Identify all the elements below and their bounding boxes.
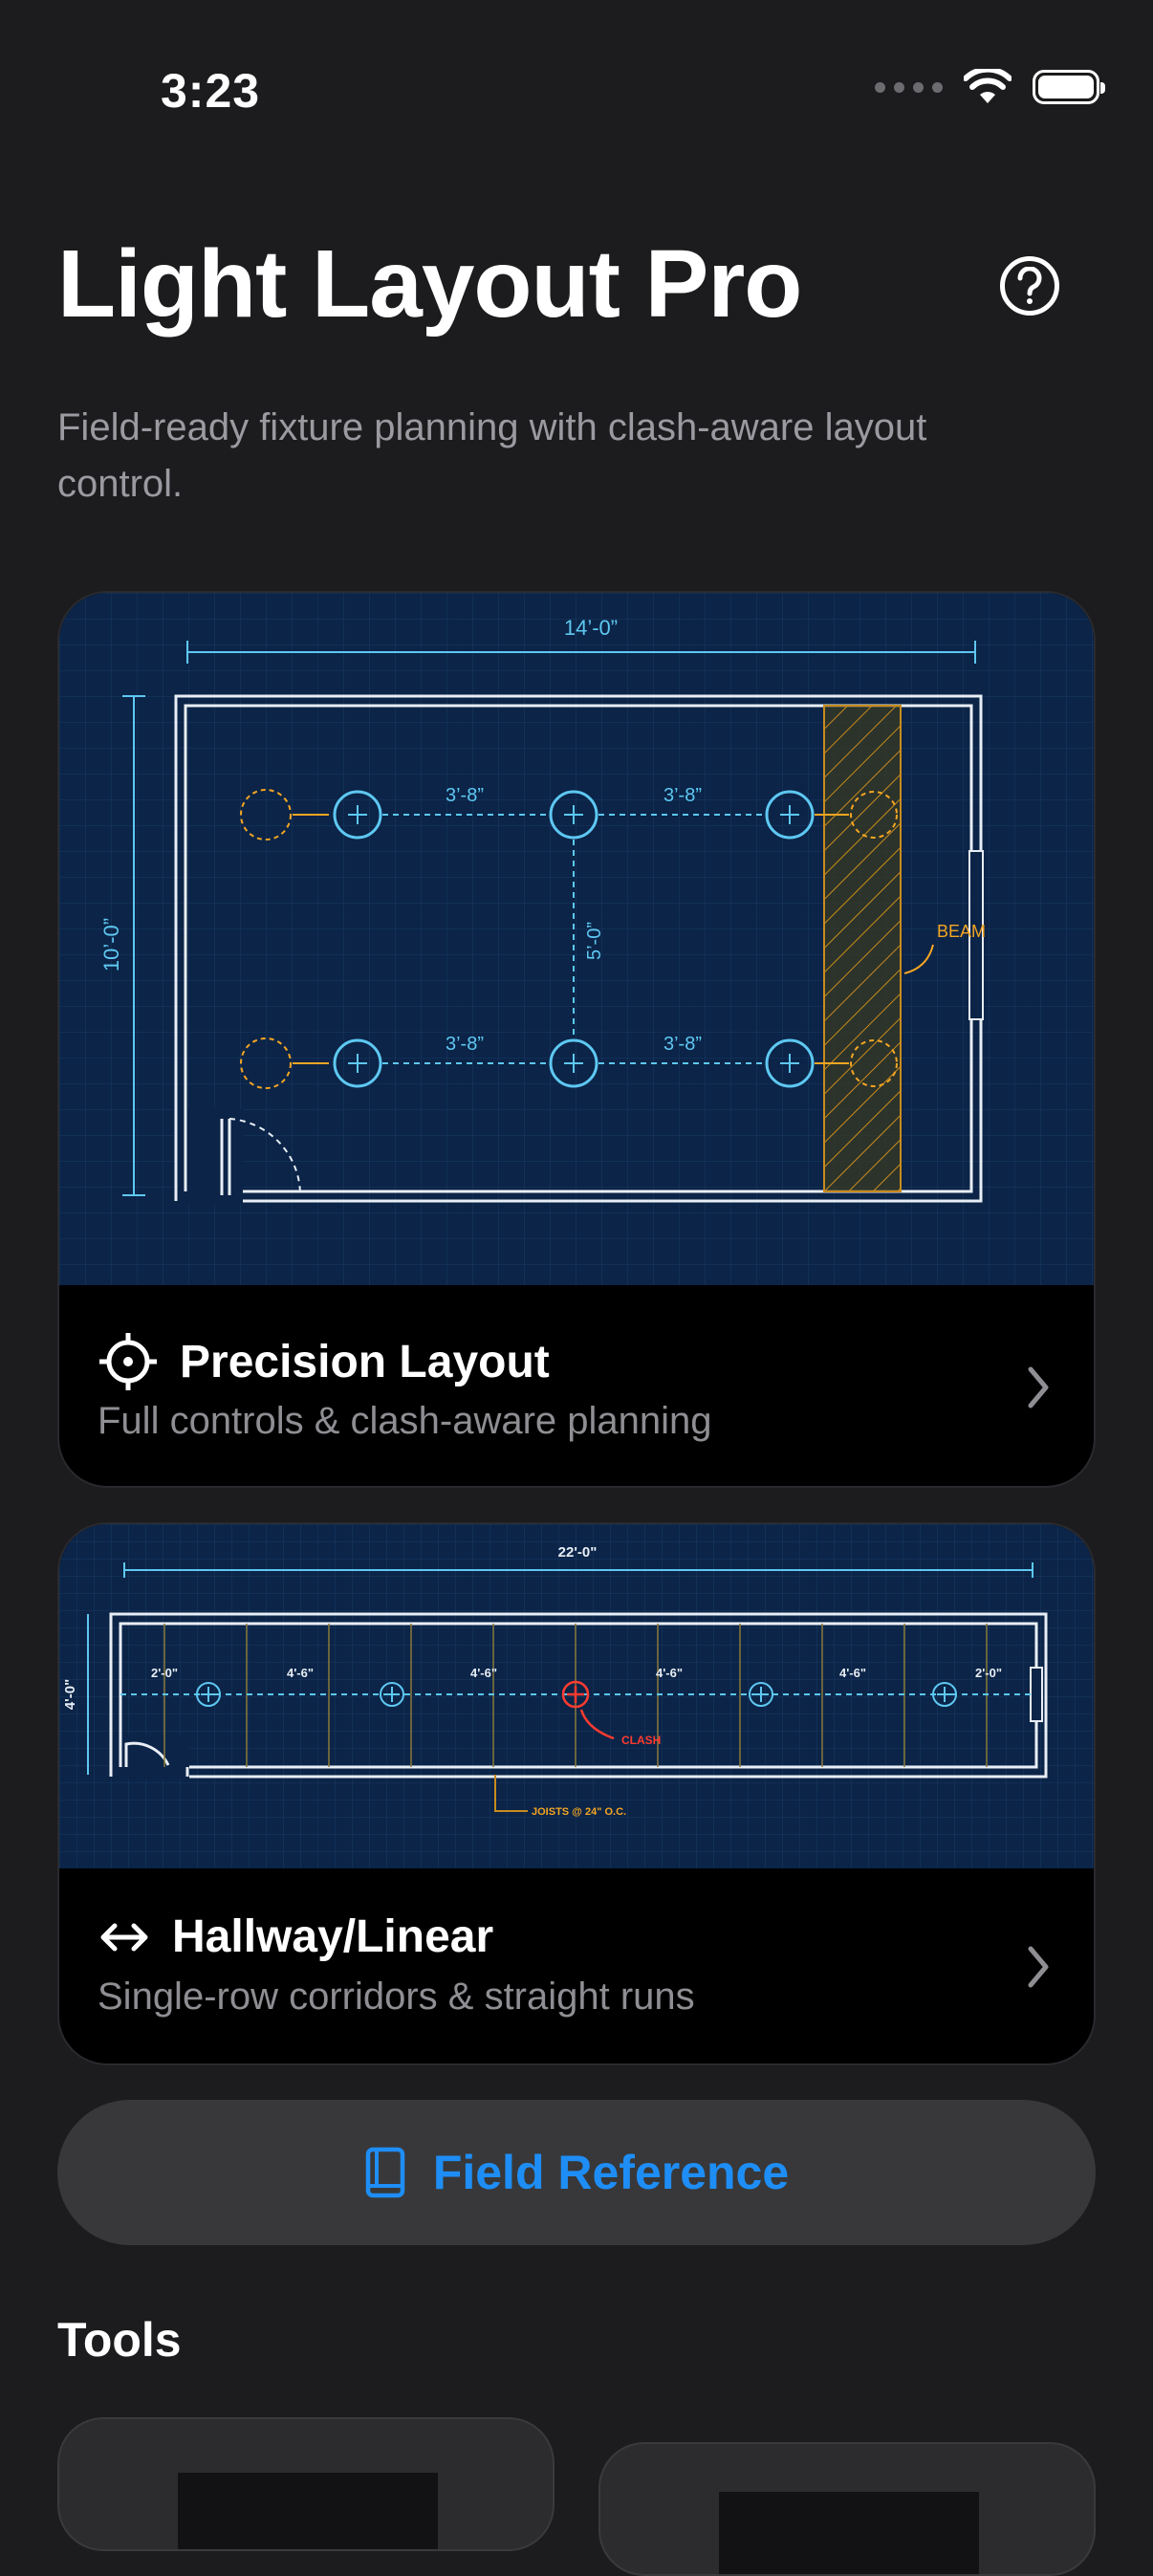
row-spacing-label: 5’-0” (584, 922, 605, 960)
tools-section-title: Tools (57, 2313, 182, 2367)
precision-layout-diagram: 14’-0” 10’-0” BEAM 3’-8” 3’-8” 5’-0” 3’-… (59, 593, 1094, 1285)
battery-icon (1033, 70, 1105, 104)
hallway-layout-diagram: 22'-0" 4'-0" CLASH 2'-0" 4'-6" 4'-6" 4'-… (59, 1524, 1094, 1868)
precision-layout-description: Full controls & clash-aware planning (98, 1400, 712, 1442)
hallway-linear-description: Single-row corridors & straight runs (98, 1976, 695, 2018)
precision-layout-title-row: Precision Layout (98, 1331, 550, 1392)
question-circle-icon (1017, 267, 1042, 304)
height-dimension-label: 10’-0” (99, 918, 123, 971)
end-spacing-label: 2'-0" (975, 1666, 1002, 1680)
status-icons (875, 69, 1105, 105)
precision-layout-footer: Precision Layout Full controls & clash-a… (59, 1285, 1094, 1486)
arrows-left-right-icon (100, 1923, 148, 1951)
hallway-linear-footer: Hallway/Linear Single-row corridors & st… (59, 1868, 1094, 2063)
precision-layout-card[interactable]: 14’-0” 10’-0” BEAM 3’-8” 3’-8” 5’-0” 3’-… (57, 591, 1096, 1488)
hallway-linear-title: Hallway/Linear (172, 1911, 494, 1962)
spacing-label: 3’-8” (446, 1034, 484, 1055)
beam-label: BEAM (937, 922, 986, 941)
status-bar: 3:23 (0, 0, 1153, 182)
help-button[interactable] (1000, 256, 1059, 316)
page-title: Light Layout Pro (57, 230, 802, 338)
status-time: 3:23 (161, 64, 261, 118)
crosshair-icon (99, 1333, 157, 1390)
tool-card[interactable] (57, 2417, 555, 2551)
wifi-icon (964, 69, 1012, 103)
chevron-right-icon (1028, 1946, 1049, 1988)
tool-thumbnail (178, 2473, 438, 2549)
hall-spacing-label: 4'-6" (656, 1666, 683, 1680)
width-dimension-label: 14’-0” (564, 616, 618, 640)
hall-spacing-label: 4'-6" (470, 1666, 497, 1680)
field-reference-button[interactable]: Field Reference (57, 2100, 1096, 2245)
tool-thumbnail (719, 2492, 979, 2574)
hallway-linear-title-row: Hallway/Linear (98, 1910, 493, 1963)
hall-spacing-label: 4'-6" (287, 1666, 314, 1680)
signal-dots-icon (875, 81, 943, 93)
field-reference-label: Field Reference (432, 2146, 790, 2199)
page-subtitle: Field-ready fixture planning with clash-… (57, 406, 927, 505)
hall-height-label: 4'-0" (62, 1679, 78, 1710)
spacing-label: 3’-8” (664, 785, 702, 806)
clash-label: CLASH (621, 1734, 661, 1747)
hall-width-label: 22'-0" (558, 1544, 598, 1561)
hall-spacing-label: 4'-6" (839, 1666, 866, 1680)
precision-layout-title: Precision Layout (180, 1336, 550, 1387)
spacing-label: 3’-8” (446, 785, 484, 806)
hallway-linear-card[interactable]: 22'-0" 4'-0" CLASH 2'-0" 4'-6" 4'-6" 4'-… (57, 1522, 1096, 2065)
joist-label: JOISTS @ 24" O.C. (532, 1806, 626, 1818)
chevron-right-icon (1028, 1366, 1049, 1408)
book-icon (365, 2147, 405, 2198)
end-spacing-label: 2'-0" (151, 1666, 178, 1680)
spacing-label: 3’-8” (664, 1034, 702, 1055)
tool-card[interactable] (598, 2442, 1096, 2576)
